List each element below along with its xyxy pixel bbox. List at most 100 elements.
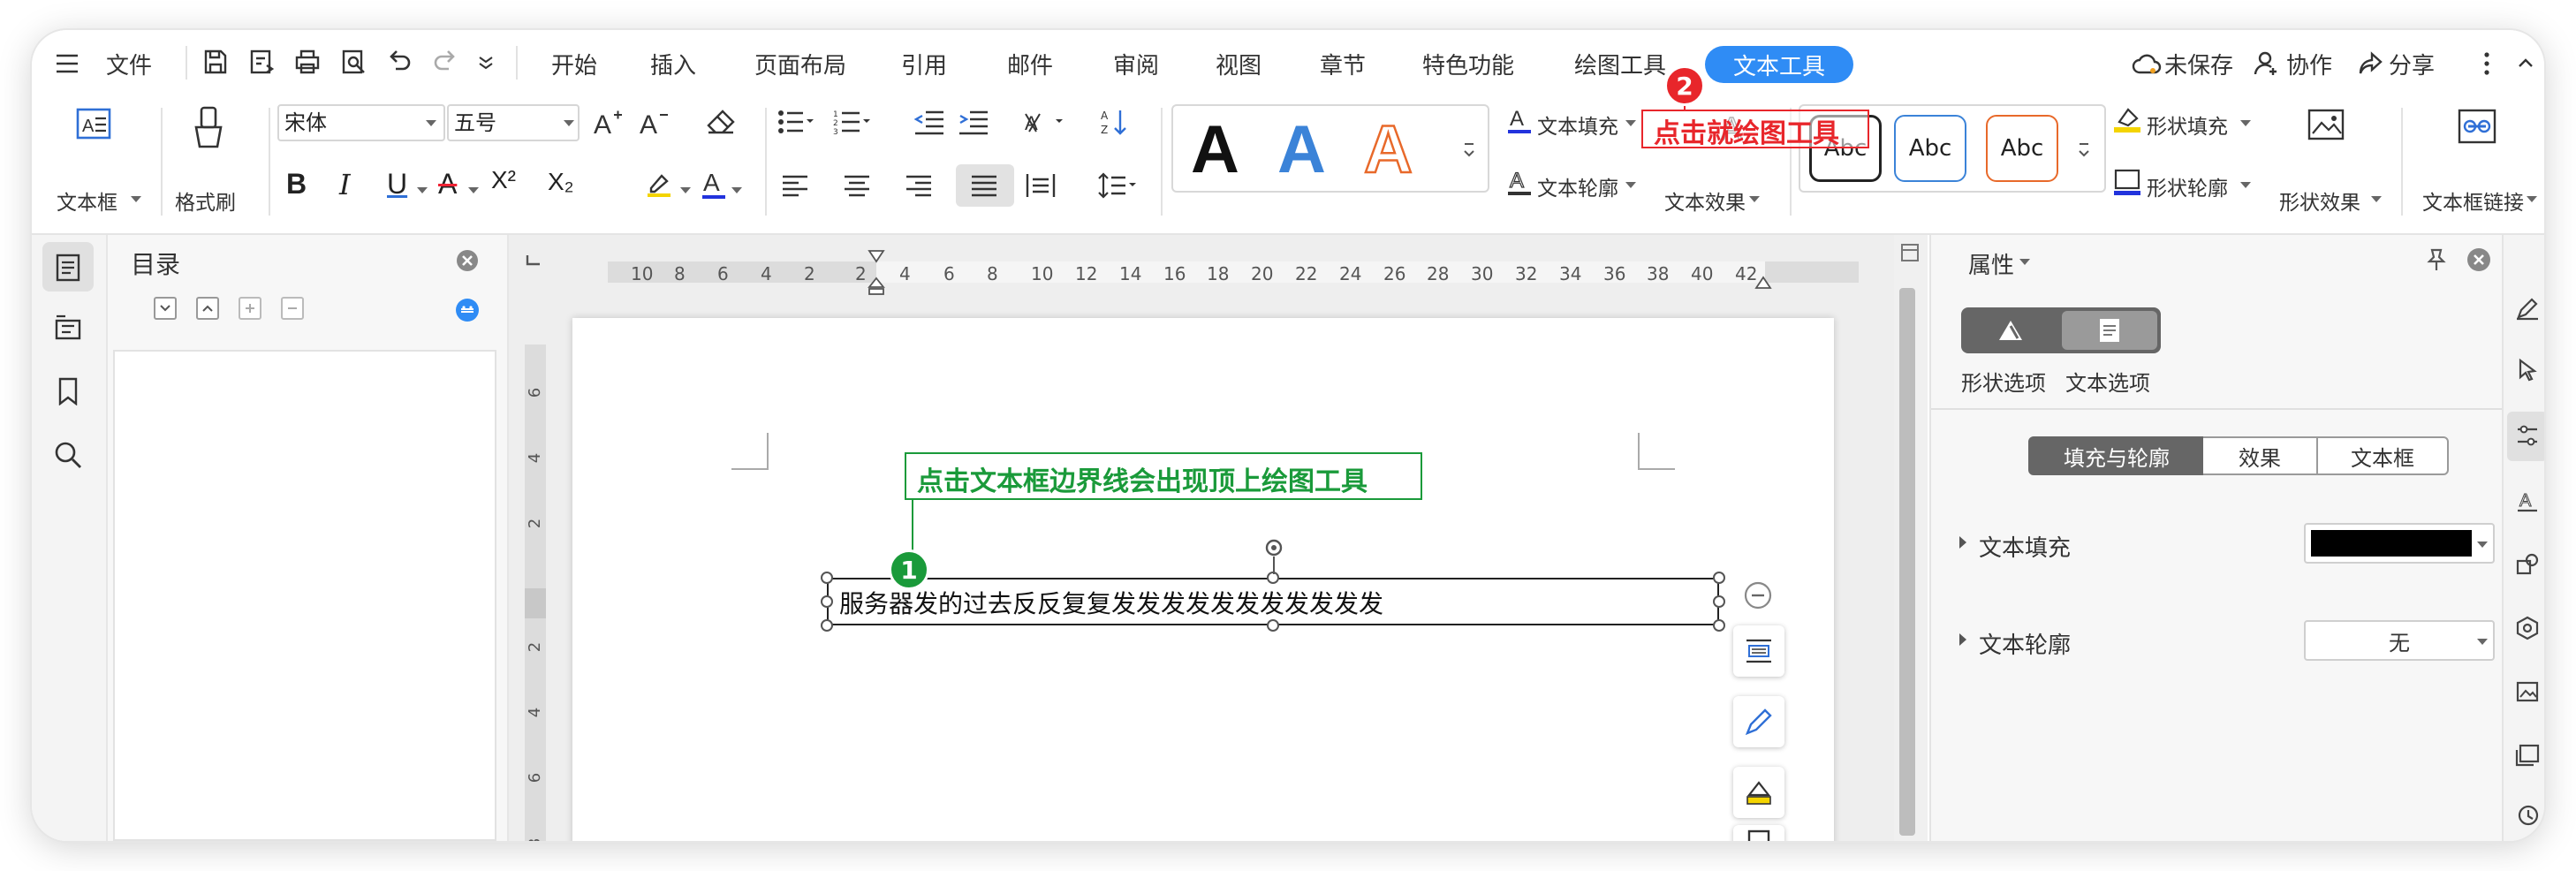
shape-options-tab-icon[interactable] <box>1961 307 2060 353</box>
textbox-link-dropdown-icon[interactable] <box>2527 196 2537 202</box>
text-fill-color-dropdown-icon[interactable] <box>2477 542 2488 548</box>
align-center-icon[interactable] <box>839 170 875 201</box>
underline-button[interactable]: U <box>387 168 407 201</box>
ruler-corner-icon[interactable] <box>523 249 544 270</box>
toc-rail-icon[interactable] <box>51 251 85 284</box>
sort-icon[interactable]: AZ <box>1097 106 1133 138</box>
more-options-icon[interactable] <box>2474 48 2500 80</box>
shape-style-blue[interactable]: Abc <box>1894 115 1966 182</box>
toc-collapse-icon[interactable] <box>196 297 219 320</box>
shape-outline-dropdown-icon[interactable] <box>2240 182 2251 188</box>
font-color-icon[interactable]: A <box>696 166 731 201</box>
justify-icon[interactable] <box>966 170 1002 201</box>
share-button[interactable]: 分享 <box>2389 48 2435 80</box>
shape-outline-button[interactable]: 形状轮廓 <box>2147 171 2228 201</box>
select-cursor-icon[interactable] <box>2512 355 2542 385</box>
textbox-link-button[interactable]: 文本框链接 <box>2422 186 2524 216</box>
undo-icon[interactable] <box>382 44 417 80</box>
navigation-rail-icon[interactable] <box>51 311 85 345</box>
line-spacing-icon[interactable] <box>1095 170 1140 201</box>
scrollbar-thumb[interactable] <box>1899 288 1915 836</box>
italic-button[interactable]: I <box>339 168 351 201</box>
shape-fill-icon[interactable] <box>2110 104 2145 136</box>
shape-options-tab[interactable]: 形状选项 <box>1961 366 2046 397</box>
seg-textbox[interactable]: 文本框 <box>2316 436 2449 475</box>
first-line-indent-marker-icon[interactable] <box>866 247 887 265</box>
increase-indent-icon[interactable] <box>956 106 991 138</box>
menu-file[interactable]: 文件 <box>106 48 152 80</box>
export-icon[interactable] <box>244 44 279 80</box>
print-icon[interactable] <box>290 44 325 80</box>
text-fill-icon[interactable]: A <box>1504 104 1535 136</box>
text-outline-dropdown-icon[interactable] <box>2477 639 2488 645</box>
chinese-layout-icon[interactable]: A <box>1021 106 1069 138</box>
resize-handle-tl[interactable] <box>821 572 833 584</box>
bold-button[interactable]: B <box>286 168 307 201</box>
document-page[interactable]: 点击文本框边界线会出现顶上绘图工具 服务器发的过去反反复复发发发发发发发发发发发… <box>572 318 1834 841</box>
save-icon[interactable] <box>198 44 233 80</box>
tab-chapter[interactable]: 章节 <box>1320 48 1366 80</box>
shrink-font-icon[interactable]: A <box>636 104 671 140</box>
shape-effect-icon[interactable] <box>2302 102 2352 152</box>
redo-icon[interactable] <box>428 44 463 80</box>
font-size-dropdown-icon[interactable] <box>564 120 574 126</box>
shape-effect-button[interactable]: 形状效果 <box>2279 186 2360 216</box>
font-name-dropdown-icon[interactable] <box>426 120 436 126</box>
tab-start[interactable]: 开始 <box>551 48 597 80</box>
decrease-indent-icon[interactable] <box>912 106 947 138</box>
textbox-link-icon[interactable] <box>2452 102 2502 152</box>
shapes-icon[interactable] <box>2512 549 2542 579</box>
search-rail-icon[interactable] <box>51 438 85 472</box>
expand-text-fill-icon[interactable] <box>1954 532 1972 553</box>
textbox-icon[interactable]: A <box>72 102 115 145</box>
shape-outline-icon[interactable] <box>2110 166 2145 198</box>
collaborate-button[interactable]: 协作 <box>2286 48 2332 80</box>
settings-hex-icon[interactable] <box>2512 613 2542 643</box>
text-outline-dropdown-icon[interactable] <box>1625 182 1636 188</box>
align-right-icon[interactable] <box>901 170 936 201</box>
resize-handle-ml[interactable] <box>821 595 833 608</box>
strikethrough-dropdown-icon[interactable] <box>468 187 479 193</box>
properties-close-icon[interactable] <box>2465 246 2493 274</box>
textbox-dropdown-icon[interactable] <box>131 196 141 202</box>
text-outline-button[interactable]: 文本轮廓 <box>1537 171 1618 201</box>
text-fill-button[interactable]: 文本填充 <box>1537 110 1618 140</box>
shape-style-orange[interactable]: Abc <box>1986 115 2058 182</box>
toc-add-icon[interactable] <box>239 297 261 320</box>
layout-options-button[interactable] <box>1733 625 1784 677</box>
format-painter-icon[interactable] <box>187 102 230 152</box>
shape-fill-button[interactable]: 形状填充 <box>2147 110 2228 140</box>
grow-font-icon[interactable]: A <box>590 104 625 140</box>
tab-page-layout[interactable]: 页面布局 <box>754 48 846 80</box>
style-black-a[interactable]: A <box>1191 111 1239 188</box>
resize-handle-bl[interactable] <box>821 619 833 632</box>
gallery-icon[interactable] <box>2512 740 2542 770</box>
tab-drawing-tools[interactable]: 绘图工具 <box>1574 48 1666 80</box>
quick-access-dropdown-icon[interactable] <box>472 46 500 78</box>
properties-sliders-icon[interactable] <box>2512 420 2542 451</box>
properties-dropdown-icon[interactable] <box>2019 259 2030 265</box>
textbox-content[interactable]: 服务器发的过去反反复复发发发发发发发发发发发 <box>839 585 1383 620</box>
align-left-icon[interactable] <box>777 170 813 201</box>
tab-special-features[interactable]: 特色功能 <box>1422 48 1514 80</box>
text-effect-dropdown-icon[interactable] <box>1749 196 1760 202</box>
shape-fill-dropdown-icon[interactable] <box>2240 120 2251 126</box>
numbered-list-icon[interactable]: 123 <box>830 106 875 138</box>
font-name-select[interactable]: 宋体 <box>277 104 445 141</box>
tab-view[interactable]: 视图 <box>1216 48 1261 80</box>
layout-collapse-icon[interactable] <box>1742 579 1774 611</box>
seg-effect[interactable]: 效果 <box>2203 436 2318 475</box>
tab-mail[interactable]: 邮件 <box>1007 48 1053 80</box>
underline-dropdown-icon[interactable] <box>417 187 428 193</box>
bullet-list-icon[interactable] <box>774 106 818 138</box>
clear-format-icon[interactable] <box>703 104 739 140</box>
print-preview-icon[interactable] <box>336 44 371 80</box>
font-size-select[interactable]: 五号 <box>447 104 580 141</box>
shape-gallery-more-icon[interactable] <box>2072 127 2095 171</box>
tab-text-tools[interactable]: 文本工具 <box>1705 46 1853 83</box>
distribute-icon[interactable] <box>1023 170 1058 201</box>
text-effect-button[interactable]: 文本效果 <box>1664 186 1746 216</box>
resize-handle-bc[interactable] <box>1267 619 1279 632</box>
shape-fill-float-button[interactable] <box>1733 767 1784 818</box>
properties-title[interactable]: 属性 <box>1968 247 2014 280</box>
